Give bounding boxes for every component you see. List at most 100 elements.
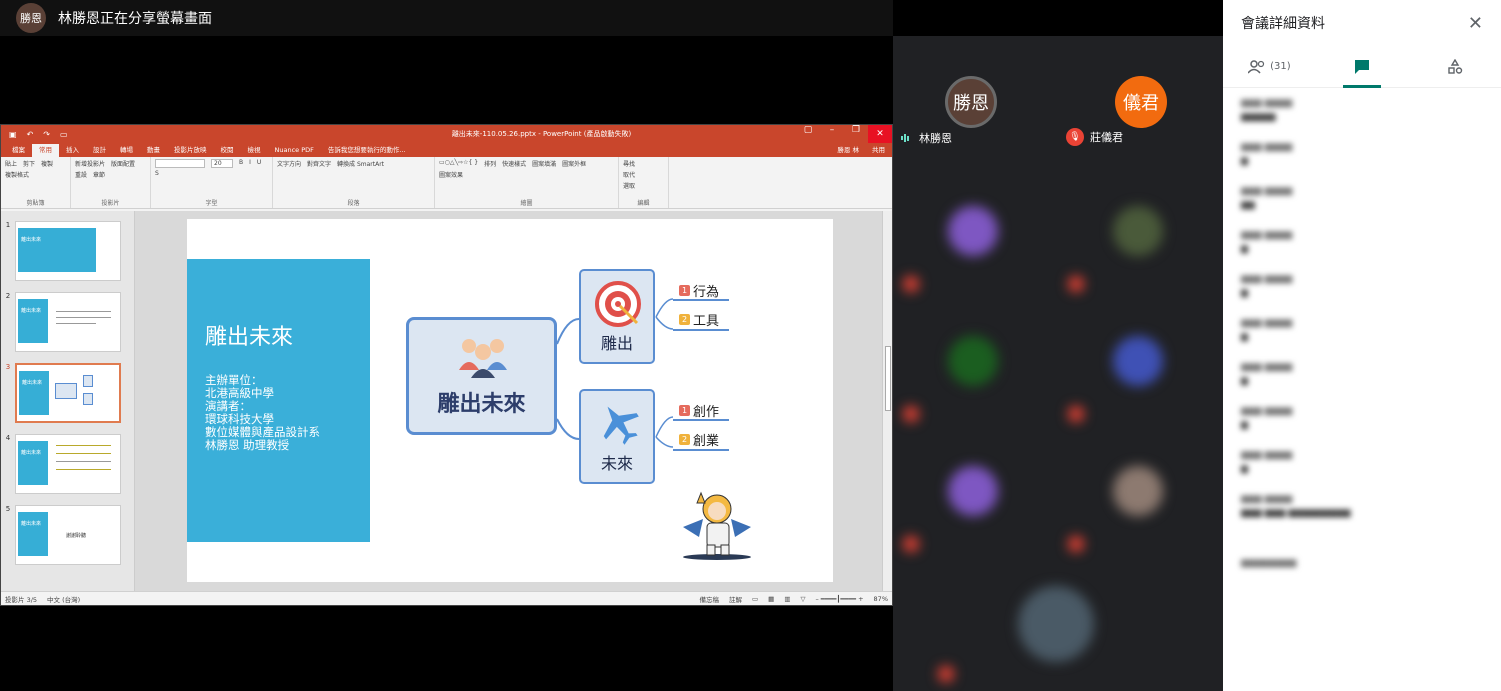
close-icon[interactable]: ✕	[1468, 13, 1483, 34]
participant-tile-blurred[interactable]	[1058, 181, 1223, 311]
slide-thumbnail[interactable]: 離出未來	[15, 434, 121, 494]
tab-activities[interactable]	[1408, 46, 1501, 88]
cut-button[interactable]: 剪下	[23, 159, 35, 168]
tab-chat[interactable]	[1316, 46, 1409, 88]
tab-home[interactable]: 常用	[32, 144, 59, 157]
tab-animations[interactable]: 動畫	[140, 144, 167, 157]
align-text-button[interactable]: 對齊文字	[307, 159, 331, 168]
underline-button[interactable]: U	[257, 159, 261, 168]
tab-nuance-pdf[interactable]: Nuance PDF	[268, 144, 321, 157]
slide-thumbnail-selected[interactable]: 離出未來	[15, 363, 121, 423]
group-label: 編輯	[637, 200, 650, 207]
zoom-slider[interactable]: – ━━━━┃━━━━ +	[815, 595, 863, 603]
ribbon-display-icon[interactable]: ▢	[796, 125, 820, 143]
arrange-button[interactable]: 排列	[484, 159, 496, 168]
participant-tile-blurred[interactable]	[1058, 441, 1223, 571]
minimize-button[interactable]: –	[820, 125, 844, 143]
tab-view[interactable]: 檢視	[241, 144, 268, 157]
account-user[interactable]: 勝恩 林	[830, 144, 865, 157]
leaf-number: 2	[679, 434, 690, 445]
close-button[interactable]: ✕	[868, 125, 892, 143]
participant-tile[interactable]: 儀君 🎙 莊儀君	[1058, 36, 1223, 166]
view-reading-icon[interactable]: ▥	[784, 595, 790, 603]
thumbnail-row[interactable]: 5 離出未來 謝謝聆聽	[1, 505, 134, 576]
leaf-number: 2	[679, 314, 690, 325]
participant-tile-blurred[interactable]	[893, 181, 1058, 311]
smartart-button[interactable]: 轉換成 SmartArt	[337, 159, 384, 168]
participant-tile-blurred[interactable]	[893, 311, 1058, 441]
thumbnail-row[interactable]: 1 離出未來	[1, 221, 134, 292]
tab-slideshow[interactable]: 投影片放映	[167, 144, 214, 157]
leaf-label: 創作	[693, 405, 720, 420]
vertical-scrollbar[interactable]	[882, 211, 892, 592]
tab-design[interactable]: 設計	[86, 144, 113, 157]
participant-name-row: 林勝恩	[901, 130, 952, 146]
replace-button[interactable]: 取代	[623, 170, 664, 179]
font-name-select[interactable]	[155, 159, 205, 168]
shape-outline-button[interactable]: 圖案外框	[562, 159, 586, 168]
leaf-underline	[673, 419, 729, 421]
shared-powerpoint-window: ▣ ↶ ↷ ▭ 離出未來-110.05.26.pptx - PowerPoint…	[0, 124, 893, 606]
present-icon[interactable]: ▭	[60, 130, 68, 139]
bold-button[interactable]: B	[239, 159, 243, 168]
chat-icon	[1355, 59, 1369, 74]
chat-input-blurred[interactable]: ▆▆▆▆▆▆▆▆	[1223, 548, 1501, 582]
participant-tile-blurred[interactable]	[893, 441, 1058, 571]
comments-button[interactable]: 註解	[729, 594, 742, 604]
participant-tile[interactable]: 勝恩 林勝恩	[893, 36, 1058, 166]
redo-icon[interactable]: ↷	[43, 130, 50, 139]
tab-people[interactable]: (31)	[1223, 46, 1316, 88]
text-direction-button[interactable]: 文字方向	[277, 159, 301, 168]
slide-thumbnail-pane[interactable]: 1 離出未來 2 離出未來 3 離出未來 4 離出未來 5 離出未來 謝謝聆聽	[1, 211, 135, 592]
thumbnail-number: 5	[5, 505, 11, 513]
italic-button[interactable]: I	[249, 159, 251, 168]
zoom-level[interactable]: 87%	[874, 595, 888, 603]
font-size-select[interactable]: 20	[211, 159, 233, 168]
new-slide-button[interactable]: 新增投影片	[75, 159, 105, 168]
participant-tile-blurred[interactable]	[1058, 311, 1223, 441]
layout-button[interactable]: 版面配置	[111, 159, 135, 168]
view-normal-icon[interactable]: ▭	[752, 595, 758, 603]
slide-thumbnail[interactable]: 離出未來	[15, 292, 121, 352]
thumbnail-title: 離出未來	[21, 308, 42, 314]
shape-effects-button[interactable]: 圖案效果	[439, 170, 463, 179]
thumbnail-row[interactable]: 4 離出未來	[1, 434, 134, 505]
shapes-gallery[interactable]: ▭○△╲⇨☆{ }	[439, 159, 478, 168]
thumbnail-row[interactable]: 3 離出未來	[1, 363, 134, 434]
restore-button[interactable]: ❐	[844, 125, 868, 143]
thumbnail-row[interactable]: 2 離出未來	[1, 292, 134, 363]
center-node-label: 雕出未來	[437, 392, 526, 417]
tab-transitions[interactable]: 轉場	[113, 144, 140, 157]
slide-editing-area[interactable]: 雕出未來 主辦單位： 北港高級中學 演講者： 環球科技大學 數位媒體與產品設計系…	[135, 211, 892, 592]
reset-button[interactable]: 重設	[75, 170, 87, 179]
find-button[interactable]: 尋找	[623, 159, 664, 168]
save-icon[interactable]: ▣	[9, 130, 17, 139]
scrollbar-thumb[interactable]	[885, 346, 891, 411]
view-slideshow-icon[interactable]: ▽	[800, 595, 805, 603]
current-slide[interactable]: 雕出未來 主辦單位： 北港高級中學 演講者： 環球科技大學 數位媒體與產品設計系…	[187, 219, 833, 582]
select-button[interactable]: 選取	[623, 181, 664, 190]
view-sorter-icon[interactable]: ▦	[768, 595, 774, 603]
target-icon	[595, 281, 641, 327]
participant-tile-blurred[interactable]	[938, 576, 1143, 691]
tab-insert[interactable]: 插入	[59, 144, 86, 157]
strike-button[interactable]: S	[155, 170, 159, 177]
tell-me-input[interactable]: 告訴我您想要執行的動作...	[321, 144, 413, 157]
shape-fill-button[interactable]: 圖案填滿	[532, 159, 556, 168]
copy-button[interactable]: 複製	[41, 159, 53, 168]
share-button[interactable]: 共用	[865, 144, 892, 157]
airplane-icon	[603, 406, 639, 445]
tab-file[interactable]: 檔案	[5, 144, 32, 157]
format-painter-button[interactable]: 複製格式	[5, 170, 29, 179]
presenter-status: 林勝恩正在分享螢幕畫面	[58, 11, 212, 27]
section-button[interactable]: 章節	[93, 170, 105, 179]
notes-button[interactable]: 備忘稿	[700, 594, 720, 604]
tab-review[interactable]: 校閱	[214, 144, 241, 157]
quick-styles-button[interactable]: 快速樣式	[502, 159, 526, 168]
leaf-gongju: 2 工具	[679, 310, 719, 329]
presenter-avatar: 勝恩	[16, 3, 46, 33]
slide-thumbnail[interactable]: 離出未來 謝謝聆聽	[15, 505, 121, 565]
slide-thumbnail[interactable]: 離出未來	[15, 221, 121, 281]
undo-icon[interactable]: ↶	[27, 130, 34, 139]
paste-button[interactable]: 貼上	[5, 159, 17, 168]
